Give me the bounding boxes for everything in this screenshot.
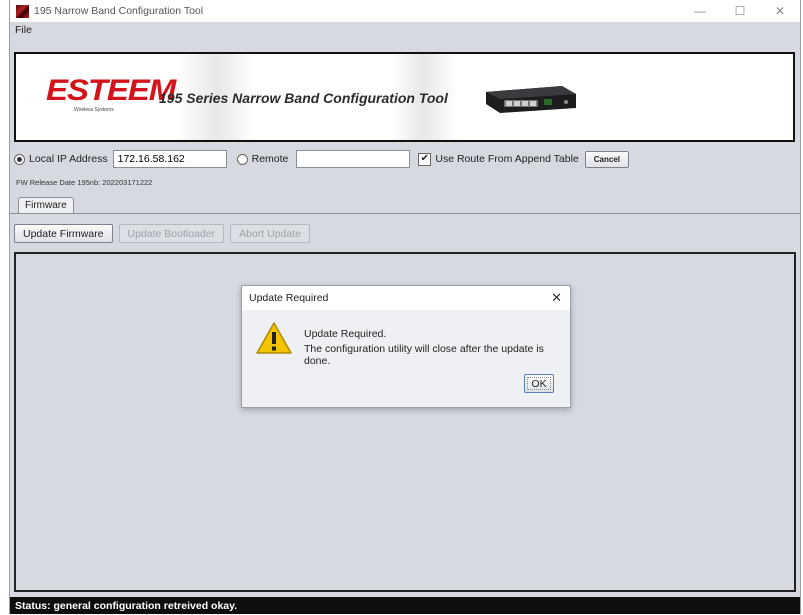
window-title: 195 Narrow Band Configuration Tool bbox=[34, 5, 204, 17]
firmware-toolbar: Update Firmware Update Bootloader Abort … bbox=[14, 224, 310, 244]
menu-file[interactable]: File bbox=[15, 24, 32, 36]
route-checkbox[interactable]: ✔ bbox=[418, 152, 432, 166]
app-icon bbox=[16, 4, 29, 18]
title-bar: 195 Narrow Band Configuration Tool — ☐ ✕ bbox=[10, 0, 800, 22]
window-controls: — ☐ ✕ bbox=[680, 0, 800, 22]
banner-title: 195 Series Narrow Band Configuration Too… bbox=[159, 90, 448, 106]
update-required-dialog: Update Required ✕ Update Required. The c… bbox=[241, 285, 571, 408]
abort-update-button[interactable]: Abort Update bbox=[230, 224, 310, 243]
dialog-title-bar: Update Required ✕ bbox=[242, 286, 570, 310]
header-banner: ESTEEM Wireless Systems 195 Series Narro… bbox=[14, 52, 795, 142]
update-bootloader-button[interactable]: Update Bootloader bbox=[118, 224, 225, 243]
fw-release-date: FW Release Date 195nb: 202203171222 bbox=[16, 178, 153, 187]
esteem-logo: ESTEEM Wireless Systems bbox=[46, 76, 176, 118]
maximize-button[interactable]: ☐ bbox=[720, 0, 760, 22]
remote-label: Remote bbox=[251, 153, 289, 165]
warning-icon bbox=[255, 321, 293, 358]
tab-firmware[interactable]: Firmware bbox=[18, 197, 74, 214]
dialog-title: Update Required bbox=[249, 292, 329, 304]
ok-button-label: OK bbox=[531, 377, 547, 390]
status-bar: Status: general configuration retreived … bbox=[10, 597, 800, 614]
cancel-button[interactable]: Cancel bbox=[584, 150, 629, 168]
update-firmware-button[interactable]: Update Firmware bbox=[14, 224, 113, 243]
close-window-button[interactable]: ✕ bbox=[760, 0, 800, 22]
dialog-message-line2: The configuration utility will close aft… bbox=[304, 343, 544, 367]
local-ip-radio[interactable] bbox=[14, 153, 25, 165]
remote-radio[interactable] bbox=[236, 153, 248, 165]
app-window: 195 Narrow Band Configuration Tool — ☐ ✕… bbox=[9, 0, 801, 614]
menu-bar: File bbox=[10, 22, 800, 38]
local-ip-input[interactable] bbox=[112, 150, 227, 168]
connection-row: Local IP Address Remote ✔ Use Route From… bbox=[14, 148, 794, 170]
minimize-button[interactable]: — bbox=[680, 0, 720, 22]
route-label: Use Route From Append Table bbox=[435, 153, 579, 165]
tab-divider bbox=[10, 213, 800, 214]
ok-button[interactable]: OK bbox=[524, 374, 554, 393]
remote-input[interactable] bbox=[296, 150, 411, 168]
local-ip-label: Local IP Address bbox=[29, 153, 108, 165]
device-image bbox=[480, 82, 580, 114]
logo-text: ESTEEM bbox=[46, 74, 176, 107]
dialog-close-icon[interactable]: ✕ bbox=[551, 290, 562, 306]
logo-subtitle: Wireless Systems bbox=[74, 107, 114, 113]
dialog-message-line1: Update Required. bbox=[304, 328, 387, 340]
